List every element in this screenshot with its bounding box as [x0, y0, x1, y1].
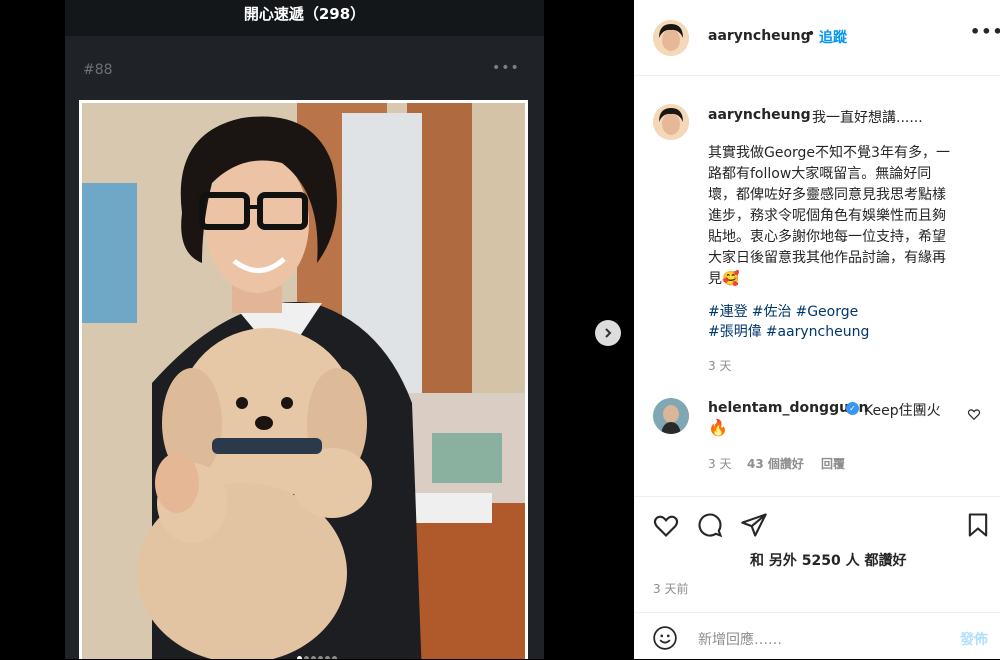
post-sidebar: aaryncheung • 追蹤 ••• aaryncheung 我一直好想講.…: [634, 0, 1000, 659]
likes-count[interactable]: 和 另外 5250 人 都讚好: [750, 550, 906, 570]
photo-illustration: [82, 103, 525, 659]
chevron-right-icon: [605, 328, 612, 338]
hashtag-link[interactable]: #張明偉: [708, 324, 762, 340]
caption-body: 其實我做George不知不覺3年有多，一 路都有follow大家嘅留言。無論好同…: [708, 143, 983, 290]
comment-button[interactable]: [696, 511, 724, 543]
comment-emoji: 🔥: [708, 418, 728, 437]
comment-bubble-icon: [698, 513, 723, 538]
heart-icon: [653, 515, 679, 537]
caption-username[interactable]: aaryncheung: [708, 107, 811, 123]
post-card: 開心速遞（298） #88 •••: [65, 0, 544, 659]
hashtag-link[interactable]: #aaryncheung: [766, 324, 870, 340]
caption-line: 其實我做George不知不覺3年有多，一: [708, 145, 950, 161]
caption-avatar[interactable]: [653, 104, 689, 140]
caption-line: 大家日後留意我其他作品討論，有緣再: [708, 250, 946, 266]
avatar-image: [653, 104, 689, 140]
paper-plane-icon: [741, 513, 767, 537]
comment-age: 3 天: [708, 457, 732, 471]
hashtag-link[interactable]: #連登: [708, 304, 748, 320]
caption-age[interactable]: 3 天: [708, 357, 731, 374]
follow-button[interactable]: 追蹤: [819, 27, 847, 47]
header-separator: •: [807, 26, 816, 42]
comment-username[interactable]: helentam_dongguan: [708, 400, 868, 416]
post-header: aaryncheung • 追蹤 •••: [634, 0, 1000, 76]
media-viewer: 開心速遞（298） #88 •••: [0, 0, 634, 659]
post-timestamp[interactable]: 3 天前: [653, 580, 688, 597]
post-more-button[interactable]: •••: [492, 60, 520, 76]
carousel-dots: [0, 646, 634, 659]
comment-reply-button[interactable]: 回覆: [821, 455, 845, 472]
hashtag-link[interactable]: #George: [795, 304, 858, 320]
post-photo: [82, 103, 525, 659]
avatar-image: [653, 398, 689, 434]
like-button[interactable]: [652, 511, 680, 543]
next-arrow-button[interactable]: [595, 320, 621, 346]
comment-input[interactable]: 新增回應……: [698, 629, 782, 649]
bookmark-icon: [968, 513, 988, 537]
post-comment-button[interactable]: 發佈: [960, 629, 988, 649]
caption-intro: 我一直好想講......: [812, 110, 923, 126]
verified-badge-icon: ✓: [846, 402, 859, 415]
caption-line: 路都有follow大家嘅留言。無論好同: [708, 166, 932, 182]
share-button[interactable]: [740, 511, 768, 543]
caption-line: 貼地。衷心多謝你地每一位支持，希望: [708, 229, 946, 245]
emoji-button[interactable]: [652, 625, 678, 655]
photo-frame: [79, 100, 528, 659]
comment-like-button[interactable]: [967, 406, 981, 425]
comment-avatar[interactable]: [653, 398, 689, 434]
caption-line: 進步，務求令呢個角色有娛樂性而且夠: [708, 208, 946, 224]
save-button[interactable]: [964, 511, 992, 543]
post-number: #88: [83, 62, 113, 78]
heart-icon: [967, 409, 981, 421]
top-bar-title: 開心速遞（298）: [65, 0, 544, 36]
comment-text: Keep住團火: [864, 403, 941, 419]
smiley-icon: [653, 626, 677, 650]
comment-likes[interactable]: 43 個讚好: [747, 455, 804, 472]
avatar-image: [653, 20, 689, 56]
hashtags: #連登 #佐治 #George #張明偉 #aaryncheung: [708, 302, 983, 342]
hashtag-link[interactable]: #佐治: [752, 304, 792, 320]
header-username[interactable]: aaryncheung: [708, 28, 811, 44]
caption-line: 見🥰: [708, 271, 740, 287]
comment-box: 新增回應…… 發佈: [634, 612, 1000, 660]
caption-line: 壞，都俾咗好多靈感同意見我思考點樣: [708, 187, 946, 203]
header-more-button[interactable]: •••: [970, 22, 1000, 41]
avatar[interactable]: [653, 20, 689, 56]
